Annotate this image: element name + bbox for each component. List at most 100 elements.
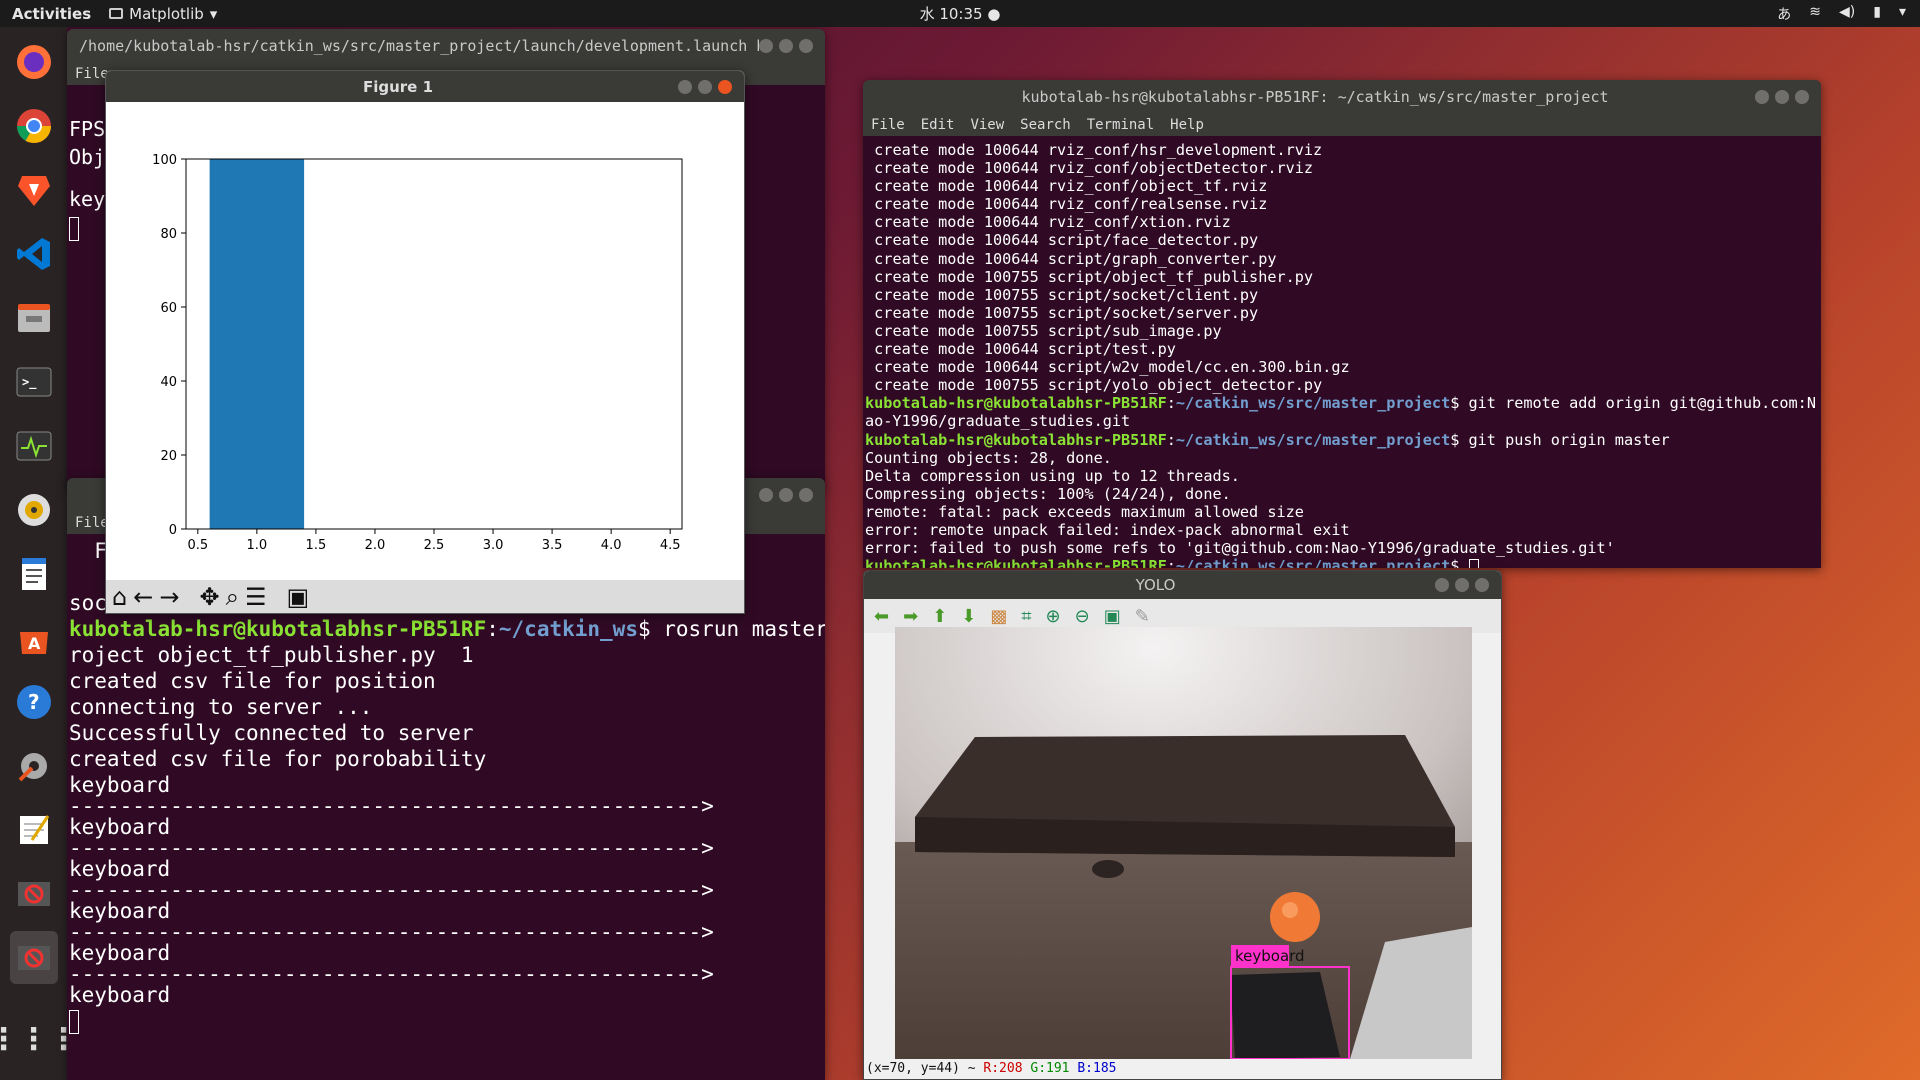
x-tick-label: 1.0 (247, 538, 268, 553)
up-arrow-icon[interactable]: ⬆ (932, 606, 947, 627)
x-tick-label: 2.0 (365, 538, 386, 553)
title-bar[interactable]: /home/kubotalab-hsr/catkin_ws/src/master… (67, 29, 825, 63)
left-arrow-icon[interactable]: ⬅ (874, 606, 889, 627)
camera-image[interactable]: keyboard (895, 627, 1472, 1059)
battery-icon: ▮ (1873, 3, 1881, 20)
prompt-line: kubotalab-hsr@kubotalabhsr-PB51RF:~/catk… (865, 430, 1670, 449)
window-title: kubotalab-hsr@kubotalabhsr-PB51RF: ~/cat… (1021, 88, 1609, 106)
terminal-line: ----------------------------------------… (69, 878, 714, 902)
minimize-button[interactable] (1435, 578, 1449, 592)
minimize-button[interactable] (678, 79, 692, 94)
volume-icon: ◀) (1839, 3, 1856, 20)
menu-terminal[interactable]: Terminal (1087, 117, 1154, 133)
terminal-line: create mode 100755 script/socket/server.… (865, 303, 1259, 322)
maximize-button[interactable] (1775, 90, 1789, 104)
maximize-button[interactable] (698, 79, 712, 94)
app-blocked-icon[interactable] (10, 867, 58, 920)
x-tick-label: 3.5 (542, 538, 563, 553)
rhythmbox-icon[interactable] (10, 483, 58, 536)
matplotlib-app-icon (109, 8, 124, 19)
software-center-icon[interactable]: A (10, 611, 58, 664)
plot-area[interactable]: 0.5 1.0 1.5 2.0 2.5 3.0 3.5 4.0 4.5 0 20 40 60 80 100 (106, 102, 744, 580)
activities-button[interactable]: Activities (0, 5, 103, 23)
terminal-line: create mode 100755 script/sub_image.py (865, 321, 1222, 340)
fit-icon[interactable]: ⌗ (1021, 606, 1031, 627)
settings-icon[interactable] (10, 739, 58, 792)
zoom-in-icon[interactable]: ⊕ (1046, 606, 1061, 627)
document-viewer-icon[interactable] (10, 547, 58, 600)
menu-file[interactable]: File (75, 515, 109, 531)
title-bar[interactable]: kubotalab-hsr@kubotalabhsr-PB51RF: ~/cat… (863, 80, 1821, 114)
right-arrow-icon[interactable]: ➡ (903, 606, 918, 627)
yolo-image-window[interactable]: YOLO ⬅ ➡ ⬆ ⬇ ▩ ⌗ ⊕ ⊖ ▣ ✎ keyboard (x=70,… (863, 570, 1502, 1080)
menu-edit[interactable]: Edit (921, 117, 955, 133)
pan-icon[interactable]: ✥ (199, 583, 219, 611)
detection-label: keyboard (1235, 947, 1305, 965)
window-title: Figure 1 (362, 77, 434, 96)
minimize-button[interactable] (1755, 90, 1769, 104)
brush-icon[interactable]: ✎ (1135, 606, 1150, 627)
show-apps-icon[interactable]: ⋮⋮⋮ (0, 1013, 79, 1066)
y-tick-label: 60 (160, 301, 177, 316)
app-menu[interactable]: Matplotlib ▾ (109, 5, 217, 23)
menu-file[interactable]: File (871, 117, 905, 133)
terminal-line: roject object_tf_publisher.py 1 (69, 643, 474, 667)
save-icon[interactable]: ▣ (287, 583, 310, 611)
close-button[interactable] (718, 79, 732, 94)
configure-icon[interactable]: ☰ (245, 583, 267, 611)
files-icon[interactable] (10, 291, 58, 344)
close-button[interactable] (1475, 578, 1489, 592)
save-icon[interactable]: ▣ (1104, 606, 1121, 627)
back-arrow-icon[interactable]: ← (133, 583, 153, 611)
maximize-button[interactable] (1455, 578, 1469, 592)
menu-file[interactable]: File (75, 66, 109, 82)
clock[interactable]: 水 10:35 ● (920, 3, 1001, 24)
close-button[interactable] (799, 39, 813, 53)
zoom-icon[interactable]: ⌕ (226, 583, 239, 611)
chrome-icon[interactable] (10, 99, 58, 152)
terminal-line: create mode 100644 script/w2v_model/cc.e… (865, 358, 1350, 377)
y-tick-label: 20 (160, 449, 177, 464)
menu-search[interactable]: Search (1020, 117, 1071, 133)
vscode-icon[interactable] (10, 227, 58, 280)
minimize-button[interactable] (759, 39, 773, 53)
system-monitor-icon[interactable] (10, 419, 58, 472)
x-tick-label: 1.5 (306, 538, 327, 553)
text-editor-icon[interactable] (10, 803, 58, 856)
firefox-icon[interactable] (10, 35, 58, 88)
app-blocked-icon-2[interactable] (9, 931, 58, 984)
top-bar: Activities Matplotlib ▾ 水 10:35 ● あ ≋ ◀)… (0, 0, 1920, 27)
system-tray[interactable]: あ ≋ ◀) ▮ ▾ (1777, 4, 1906, 24)
window-title: /home/kubotalab-hsr/catkin_ws/src/master… (79, 37, 759, 55)
brave-icon[interactable] (10, 163, 58, 216)
help-icon[interactable]: ? (10, 675, 58, 728)
maximize-button[interactable] (779, 488, 793, 502)
menu-help[interactable]: Help (1170, 117, 1204, 133)
git-terminal-window[interactable]: kubotalab-hsr@kubotalabhsr-PB51RF: ~/cat… (863, 80, 1821, 568)
down-arrow-icon[interactable]: ⬇ (961, 606, 976, 627)
terminal-line: create mode 100755 script/object_tf_publ… (865, 267, 1314, 286)
prompt-line: kubotalab-hsr@kubotalabhsr-PB51RF:~/catk… (865, 394, 1816, 431)
minimize-button[interactable] (759, 488, 773, 502)
close-button[interactable] (799, 488, 813, 502)
input-method-indicator[interactable]: あ (1777, 4, 1791, 24)
terminal-line: create mode 100644 rviz_conf/hsr_develop… (865, 141, 1323, 159)
home-icon[interactable]: ⌂ (112, 583, 127, 611)
image-icon[interactable]: ▩ (990, 606, 1007, 627)
terminal-line: ----------------------------------------… (69, 962, 714, 986)
title-bar[interactable]: Figure 1 (106, 71, 744, 102)
svg-text:A: A (28, 634, 41, 653)
terminal-line: create mode 100644 rviz_conf/xtion.rviz (865, 213, 1231, 232)
menu-view[interactable]: View (970, 117, 1004, 133)
pixel-status: (x=70, y=44) ~ R:208 G:191 B:185 (866, 1061, 1117, 1076)
matplotlib-figure-window[interactable]: Figure 1 0.5 1.0 1.5 2.0 2.5 3.0 3.5 4.0 4.5 0 20 4… (105, 70, 745, 614)
title-bar[interactable]: YOLO (864, 571, 1501, 599)
close-button[interactable] (1795, 90, 1809, 104)
cursor (69, 1008, 823, 1034)
terminal-output[interactable]: create mode 100644 rviz_conf/hsr_develop… (863, 136, 1821, 568)
maximize-button[interactable] (779, 39, 793, 53)
terminal-icon[interactable]: >_ (10, 355, 58, 408)
forward-arrow-icon[interactable]: → (159, 583, 179, 611)
zoom-out-icon[interactable]: ⊖ (1075, 606, 1090, 627)
terminal-line: created csv file for porobability (69, 747, 487, 771)
